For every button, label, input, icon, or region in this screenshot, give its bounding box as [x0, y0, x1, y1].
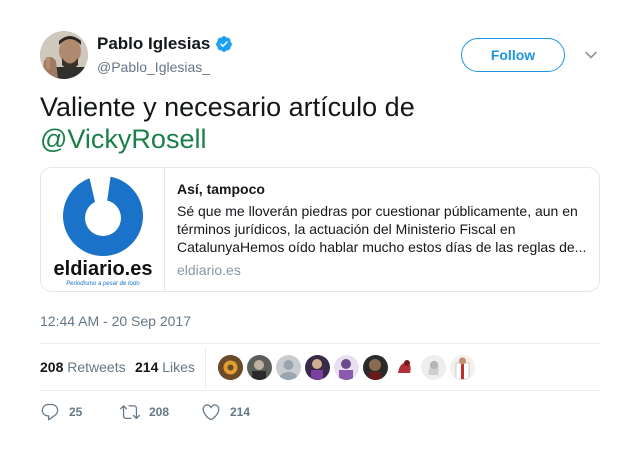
engagement-stats: 208 Retweets 214 Likes	[40, 343, 600, 391]
reply-icon	[41, 403, 59, 421]
retweet-count: 208	[149, 405, 170, 419]
retweet-icon	[120, 405, 140, 420]
follow-button[interactable]: Follow	[461, 38, 565, 72]
card-body: Así, tampoco Sé que me lloverán piedras …	[177, 180, 589, 278]
like-count: 214	[230, 405, 251, 419]
author-block: Pablo Iglesias @Pablo_Iglesias_	[97, 34, 233, 75]
retweets-label: Retweets	[67, 359, 126, 375]
verified-badge-icon	[215, 35, 233, 53]
liker-avatar[interactable]	[305, 355, 330, 380]
liker-avatar[interactable]	[450, 355, 475, 380]
reply-button[interactable]: 25	[40, 402, 82, 422]
retweets-count: 208	[40, 359, 64, 375]
likes-stat[interactable]: 214 Likes	[135, 359, 195, 375]
tweet-text-body: Valiente y necesario artículo de	[40, 92, 415, 122]
heart-icon	[202, 404, 220, 421]
tweet-text: Valiente y necesario artículo de @VickyR…	[40, 91, 600, 155]
likes-label: Likes	[162, 359, 195, 375]
card-title: Así, tampoco	[177, 181, 265, 197]
tweet-actions: 25 208 214	[40, 398, 600, 426]
likes-count: 214	[135, 359, 159, 375]
like-button[interactable]: 214	[201, 402, 250, 422]
avatar-photo	[40, 31, 88, 79]
liker-avatar[interactable]	[334, 355, 359, 380]
eldiario-logo: eldiario.es Periodismo a pesar de todo	[54, 173, 153, 287]
liker-avatar[interactable]	[276, 355, 301, 380]
liker-avatar[interactable]	[392, 355, 417, 380]
author-avatar[interactable]	[40, 31, 88, 79]
reply-count: 25	[69, 405, 83, 419]
liker-avatar[interactable]	[247, 355, 272, 380]
logo-wordmark: eldiario.es	[54, 258, 153, 280]
tweet-timestamp[interactable]: 12:44 AM - 20 Sep 2017	[40, 313, 191, 329]
card-domain: eldiario.es	[177, 262, 241, 278]
link-card[interactable]: eldiario.es Periodismo a pesar de todo A…	[40, 167, 600, 292]
card-logo-image: eldiario.es Periodismo a pesar de todo	[41, 168, 165, 291]
liker-avatar[interactable]	[421, 355, 446, 380]
author-handle[interactable]: @Pablo_Iglesias_	[97, 59, 233, 75]
stats-divider	[205, 348, 206, 388]
tweet-header: Pablo Iglesias @Pablo_Iglesias_ Follow	[40, 31, 600, 79]
retweets-stat[interactable]: 208 Retweets	[40, 359, 126, 375]
card-description: Sé que me lloverán piedras por cuestiona…	[177, 203, 587, 255]
author-name-row: Pablo Iglesias	[97, 34, 233, 54]
chevron-down-icon[interactable]	[584, 48, 598, 62]
author-name[interactable]: Pablo Iglesias	[97, 34, 210, 54]
retweet-button[interactable]: 208	[120, 402, 169, 422]
logo-tagline: Periodismo a pesar de todo	[66, 281, 140, 287]
liker-avatar[interactable]	[363, 355, 388, 380]
liker-avatar[interactable]	[218, 355, 243, 380]
mention-link[interactable]: @VickyRosell	[40, 124, 206, 154]
